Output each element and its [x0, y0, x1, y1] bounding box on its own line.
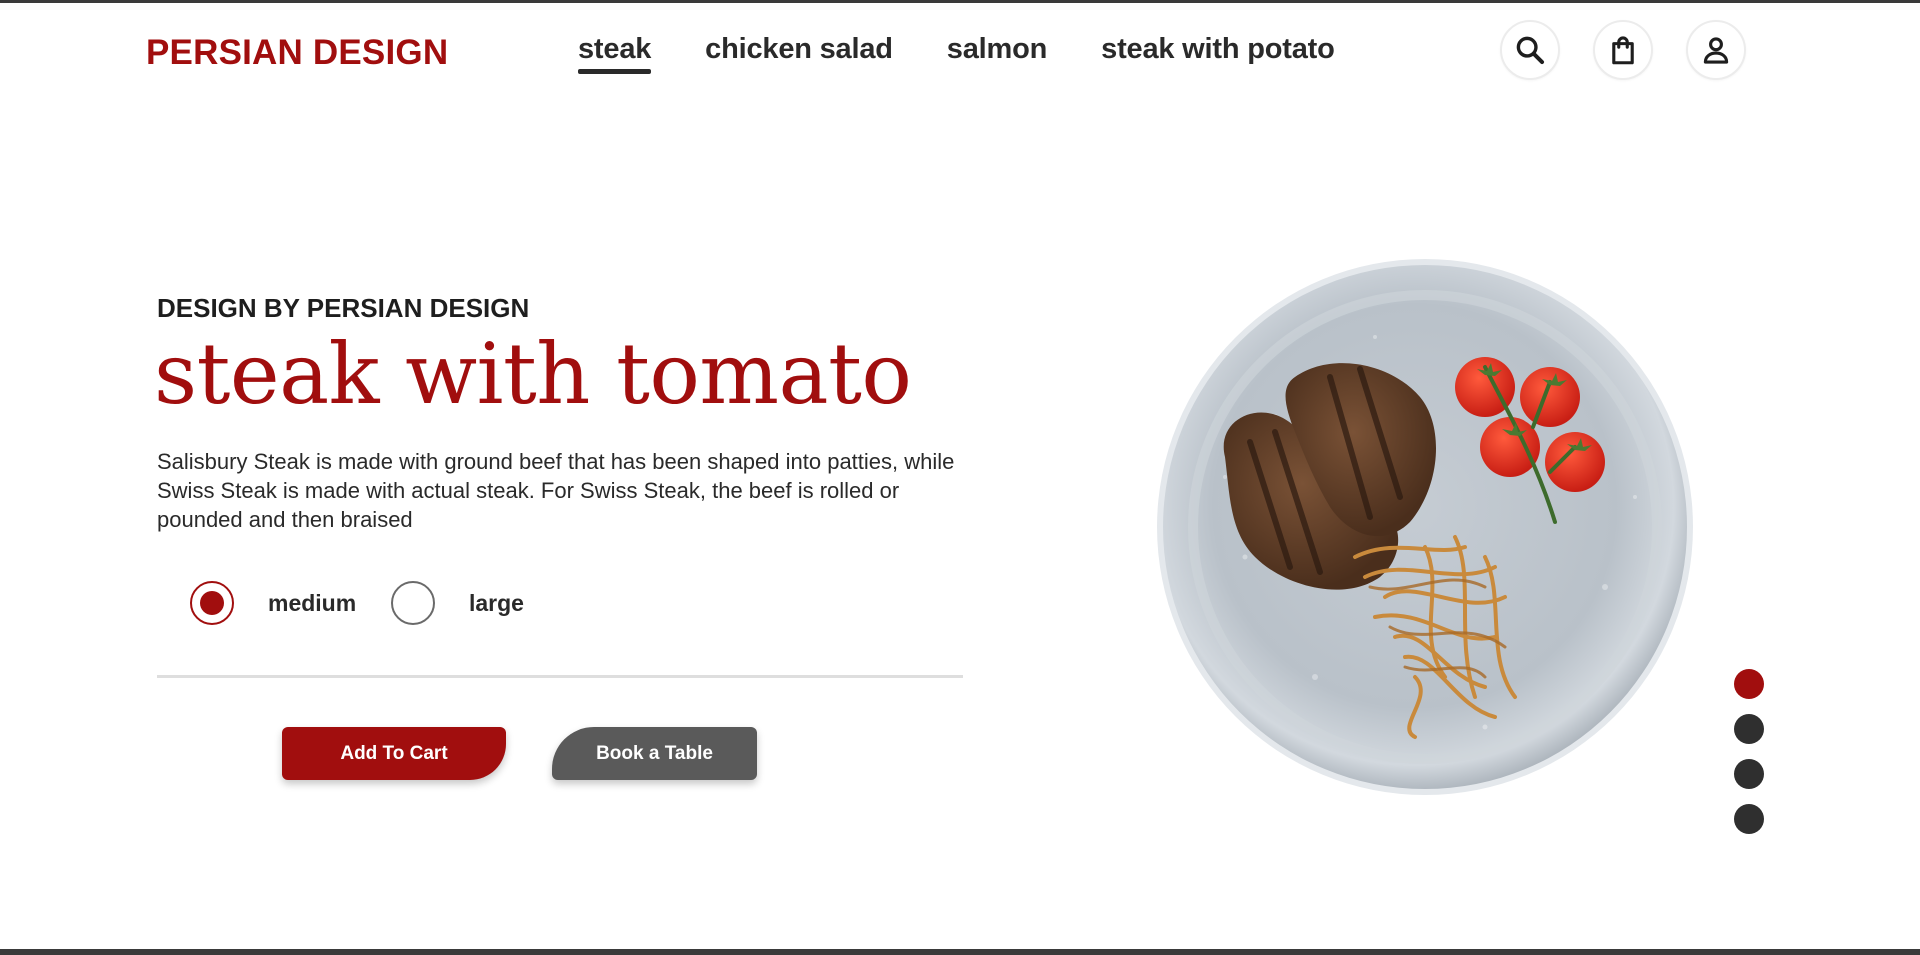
- nav-item-steak[interactable]: steak: [578, 33, 651, 74]
- steak-plate-image: [1155, 257, 1695, 797]
- account-button[interactable]: [1686, 20, 1746, 80]
- radio-medium[interactable]: [190, 581, 234, 625]
- search-icon: [1516, 36, 1545, 65]
- search-button[interactable]: [1500, 20, 1560, 80]
- size-option-large[interactable]: large: [391, 581, 524, 625]
- slider-dot-3[interactable]: [1734, 759, 1764, 789]
- main-nav: steak chicken salad salmon steak with po…: [578, 33, 1335, 74]
- user-icon: [1703, 37, 1729, 64]
- shopping-bag-icon: [1612, 36, 1634, 65]
- nav-item-salmon[interactable]: salmon: [947, 33, 1048, 74]
- hero-description: Salisbury Steak is made with ground beef…: [157, 449, 955, 532]
- brand-logo[interactable]: PERSIAN DESIGN: [146, 33, 448, 73]
- radio-large[interactable]: [391, 581, 435, 625]
- nav-item-steak-with-potato[interactable]: steak with potato: [1101, 33, 1335, 74]
- size-option-medium[interactable]: medium: [190, 581, 356, 625]
- hero-eyebrow: DESIGN BY PERSIAN DESIGN: [157, 293, 530, 323]
- book-table-button[interactable]: Book a Table: [552, 727, 757, 780]
- slider-pagination: [1734, 669, 1764, 834]
- bottom-edge: [0, 949, 1920, 955]
- size-label-medium: medium: [268, 589, 357, 616]
- nav-item-chicken-salad[interactable]: chicken salad: [705, 33, 893, 74]
- size-label-large: large: [469, 589, 524, 616]
- slider-dot-2[interactable]: [1734, 714, 1764, 744]
- hero-title: steak with tomato: [154, 325, 912, 423]
- slider-dot-1[interactable]: [1734, 669, 1764, 699]
- slider-dot-4[interactable]: [1734, 804, 1764, 834]
- add-to-cart-button[interactable]: Add To Cart: [282, 727, 506, 780]
- cart-button[interactable]: [1593, 20, 1653, 80]
- divider: [157, 675, 963, 678]
